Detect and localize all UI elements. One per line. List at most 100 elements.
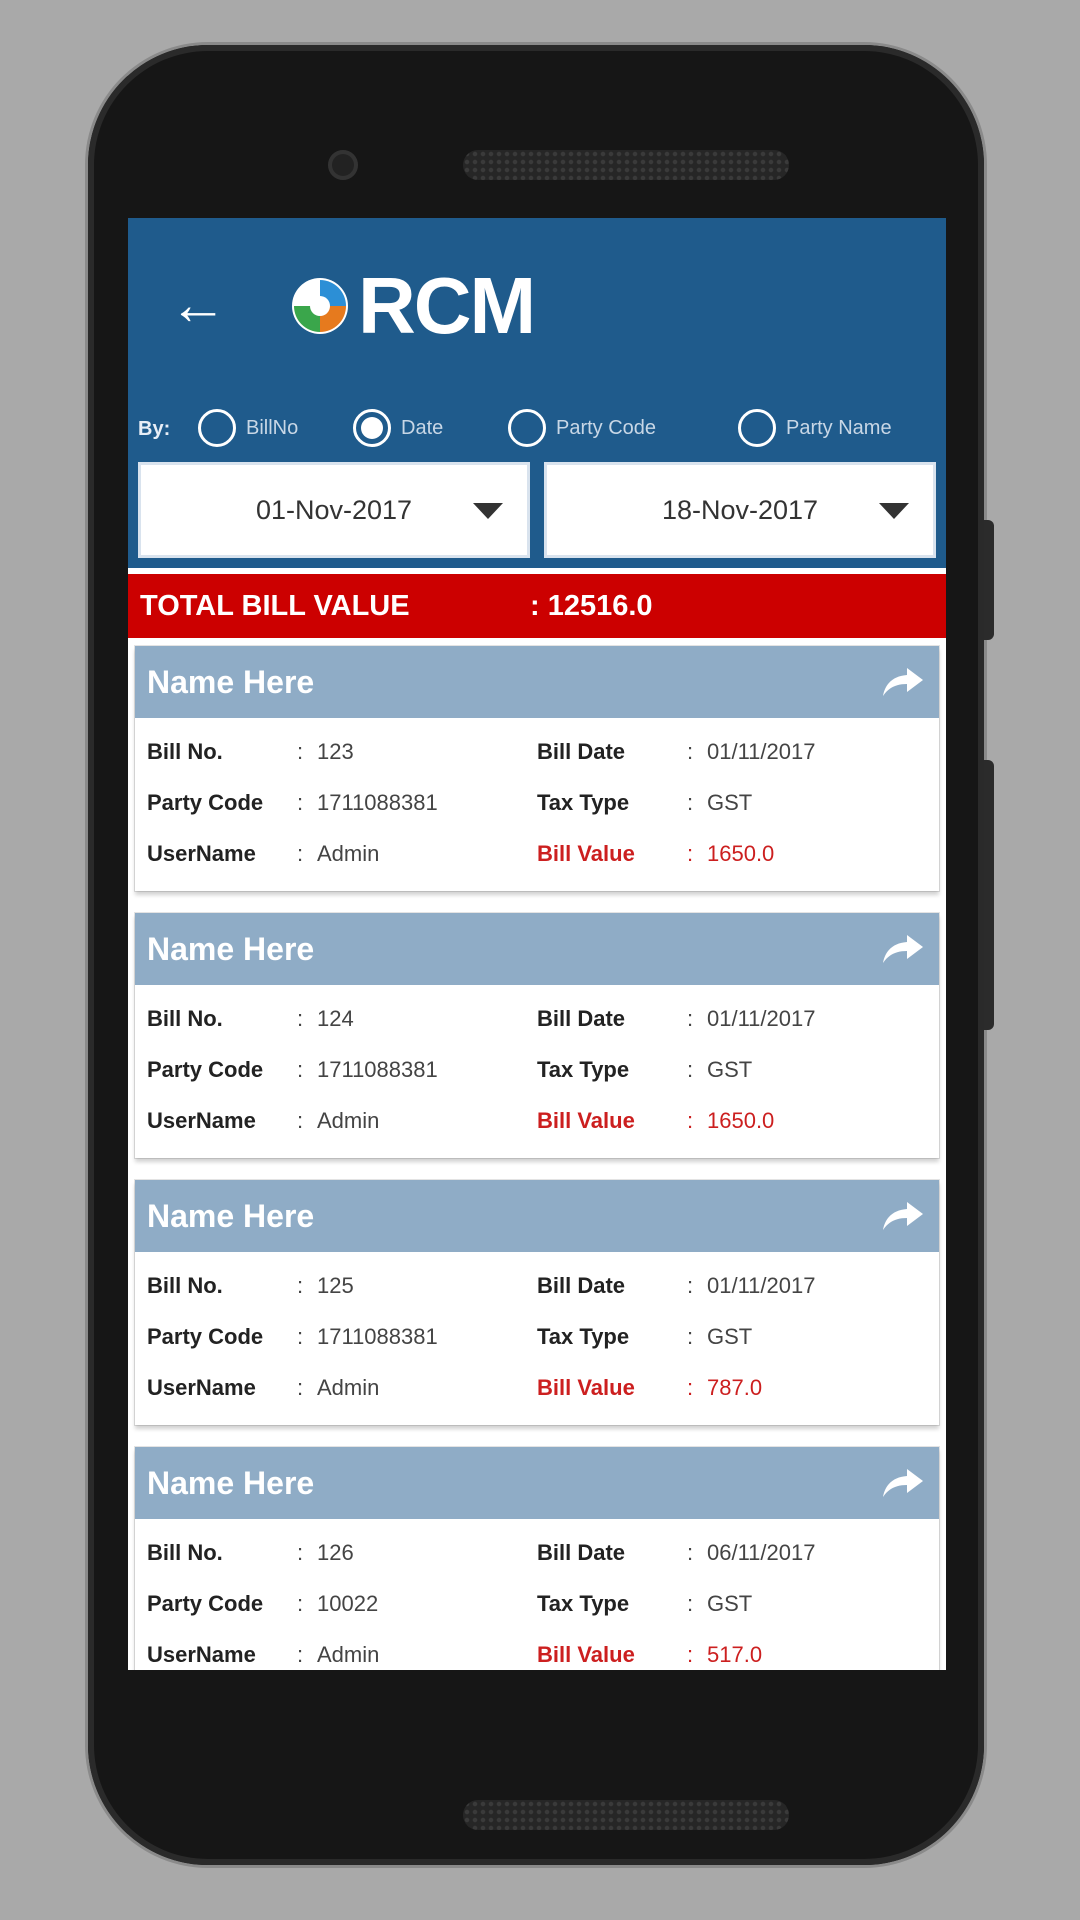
separator: : [687, 840, 694, 866]
bill-value: 517.0 [707, 1641, 763, 1667]
app-header: ← RCM By: BillNo Date Party Code Party N… [128, 218, 946, 568]
total-bill-bar: TOTAL BILL VALUE : 12516.0 [128, 574, 946, 638]
bill-row: Bill No.:123 Bill Date:01/11/2017 [147, 726, 927, 777]
bill-card-body: Bill No.:126 Bill Date:06/11/2017 Party … [135, 1519, 939, 1670]
separator: : [687, 1107, 694, 1133]
field-label: Bill No. [147, 738, 223, 764]
logo-text: RCM [358, 261, 536, 350]
volume-button [984, 520, 994, 640]
share-icon[interactable] [881, 664, 925, 700]
by-label: By: [138, 417, 171, 440]
bill-card-header: Name Here [135, 1447, 939, 1519]
bill-no-value: 126 [317, 1539, 354, 1565]
bill-card-header: Name Here [135, 646, 939, 718]
back-arrow-icon[interactable]: ← [166, 273, 230, 337]
separator: : [297, 1590, 304, 1616]
total-value: : 12516.0 [530, 589, 653, 622]
field-label: UserName [147, 1641, 256, 1667]
tax-type-value: GST [707, 789, 753, 815]
separator: : [687, 789, 694, 815]
separator: : [687, 1056, 694, 1082]
separator: : [297, 1539, 304, 1565]
separator: : [297, 1107, 304, 1133]
field-label: Party Code [147, 1323, 264, 1349]
bill-date-value: 06/11/2017 [707, 1539, 816, 1565]
bill-card[interactable]: Name Here Bill No.:125 Bill Date:01/11/2… [135, 1180, 939, 1425]
bill-card-body: Bill No.:123 Bill Date:01/11/2017 Party … [135, 718, 939, 891]
field-label: Bill No. [147, 1539, 223, 1565]
bill-row: Party Code:10022 Tax Type: GST [147, 1578, 927, 1629]
dropdown-caret-icon [473, 503, 503, 519]
dropdown-caret-icon [879, 503, 909, 519]
bill-list: Name Here Bill No.:123 Bill Date:01/11/2… [128, 638, 946, 1670]
bill-card-body: Bill No.:125 Bill Date:01/11/2017 Party … [135, 1252, 939, 1425]
top-speaker [463, 150, 789, 180]
separator: : [687, 1005, 694, 1031]
bill-value: 1650.0 [707, 1107, 775, 1133]
share-icon[interactable] [881, 1465, 925, 1501]
radio-circle[interactable] [738, 409, 776, 447]
field-label: Party Code [147, 1590, 264, 1616]
separator: : [297, 1374, 304, 1400]
field-label: UserName [147, 1374, 256, 1400]
to-date-dropdown[interactable]: 18-Nov-2017 [544, 462, 936, 558]
field-label: Bill No. [147, 1272, 223, 1298]
date-range: 01-Nov-2017 18-Nov-2017 [138, 462, 936, 558]
total-label: TOTAL BILL VALUE [140, 589, 410, 622]
separator: : [297, 840, 304, 866]
radio-billno[interactable]: BillNo [198, 409, 298, 447]
bill-row: Party Code:1711088381 Tax Type: GST [147, 1311, 927, 1362]
radio-circle-selected[interactable] [353, 409, 391, 447]
field-label: Bill No. [147, 1005, 223, 1031]
bill-no-value: 123 [317, 738, 354, 764]
username-value: Admin [317, 1374, 380, 1400]
tax-type-value: GST [707, 1590, 753, 1616]
username-value: Admin [317, 1107, 380, 1133]
party-name: Name Here [147, 1464, 315, 1501]
bill-no-value: 124 [317, 1005, 354, 1031]
separator: : [687, 1590, 694, 1616]
from-date-value: 01-Nov-2017 [255, 494, 413, 525]
field-label: Bill Value [537, 1641, 635, 1667]
separator: : [687, 1323, 694, 1349]
field-label: Tax Type [537, 1323, 630, 1349]
separator: : [297, 789, 304, 815]
field-label: Bill Value [537, 1374, 635, 1400]
party-code-value: 1711088381 [317, 1056, 438, 1082]
bill-card[interactable]: Name Here Bill No.:126 Bill Date:06/11/2… [135, 1447, 939, 1670]
radio-date[interactable]: Date [353, 409, 443, 447]
bottom-speaker [463, 1800, 789, 1830]
radio-party-name[interactable]: Party Name [738, 409, 892, 447]
camera-icon [328, 150, 358, 180]
field-label: Bill Value [537, 840, 635, 866]
party-code-value: 1711088381 [317, 1323, 438, 1349]
field-label: Party Code [147, 1056, 264, 1082]
bill-card-header: Name Here [135, 1180, 939, 1252]
bill-no-value: 125 [317, 1272, 354, 1298]
party-name: Name Here [147, 663, 315, 700]
party-name: Name Here [147, 1197, 315, 1234]
bill-row: Bill No.:126 Bill Date:06/11/2017 [147, 1527, 927, 1578]
bill-card[interactable]: Name Here Bill No.:123 Bill Date:01/11/2… [135, 646, 939, 891]
bill-card[interactable]: Name Here Bill No.:124 Bill Date:01/11/2… [135, 913, 939, 1158]
bill-date-value: 01/11/2017 [707, 738, 816, 764]
radio-circle[interactable] [508, 409, 546, 447]
bill-value: 1650.0 [707, 840, 775, 866]
radio-label: Date [401, 416, 444, 439]
radio-party-code[interactable]: Party Code [508, 409, 656, 447]
share-icon[interactable] [881, 1198, 925, 1234]
share-icon[interactable] [881, 931, 925, 967]
bill-row: Bill No.:124 Bill Date:01/11/2017 [147, 993, 927, 1044]
rcm-logo-icon [292, 278, 348, 334]
radio-circle[interactable] [198, 409, 236, 447]
bill-row: UserName: Admin Bill Value:787.0 [147, 1362, 927, 1413]
separator: : [687, 1641, 694, 1667]
from-date-dropdown[interactable]: 01-Nov-2017 [138, 462, 530, 558]
separator: : [687, 1272, 694, 1298]
rcm-logo: RCM [288, 261, 536, 350]
bill-row: UserName: Admin Bill Value:1650.0 [147, 1095, 927, 1146]
filter-by-row: By: BillNo Date Party Code Party Name [138, 404, 946, 454]
separator: : [687, 738, 694, 764]
app-screen: ← RCM By: BillNo Date Party Code Party N… [128, 218, 946, 1670]
field-label: Bill Date [537, 738, 626, 764]
